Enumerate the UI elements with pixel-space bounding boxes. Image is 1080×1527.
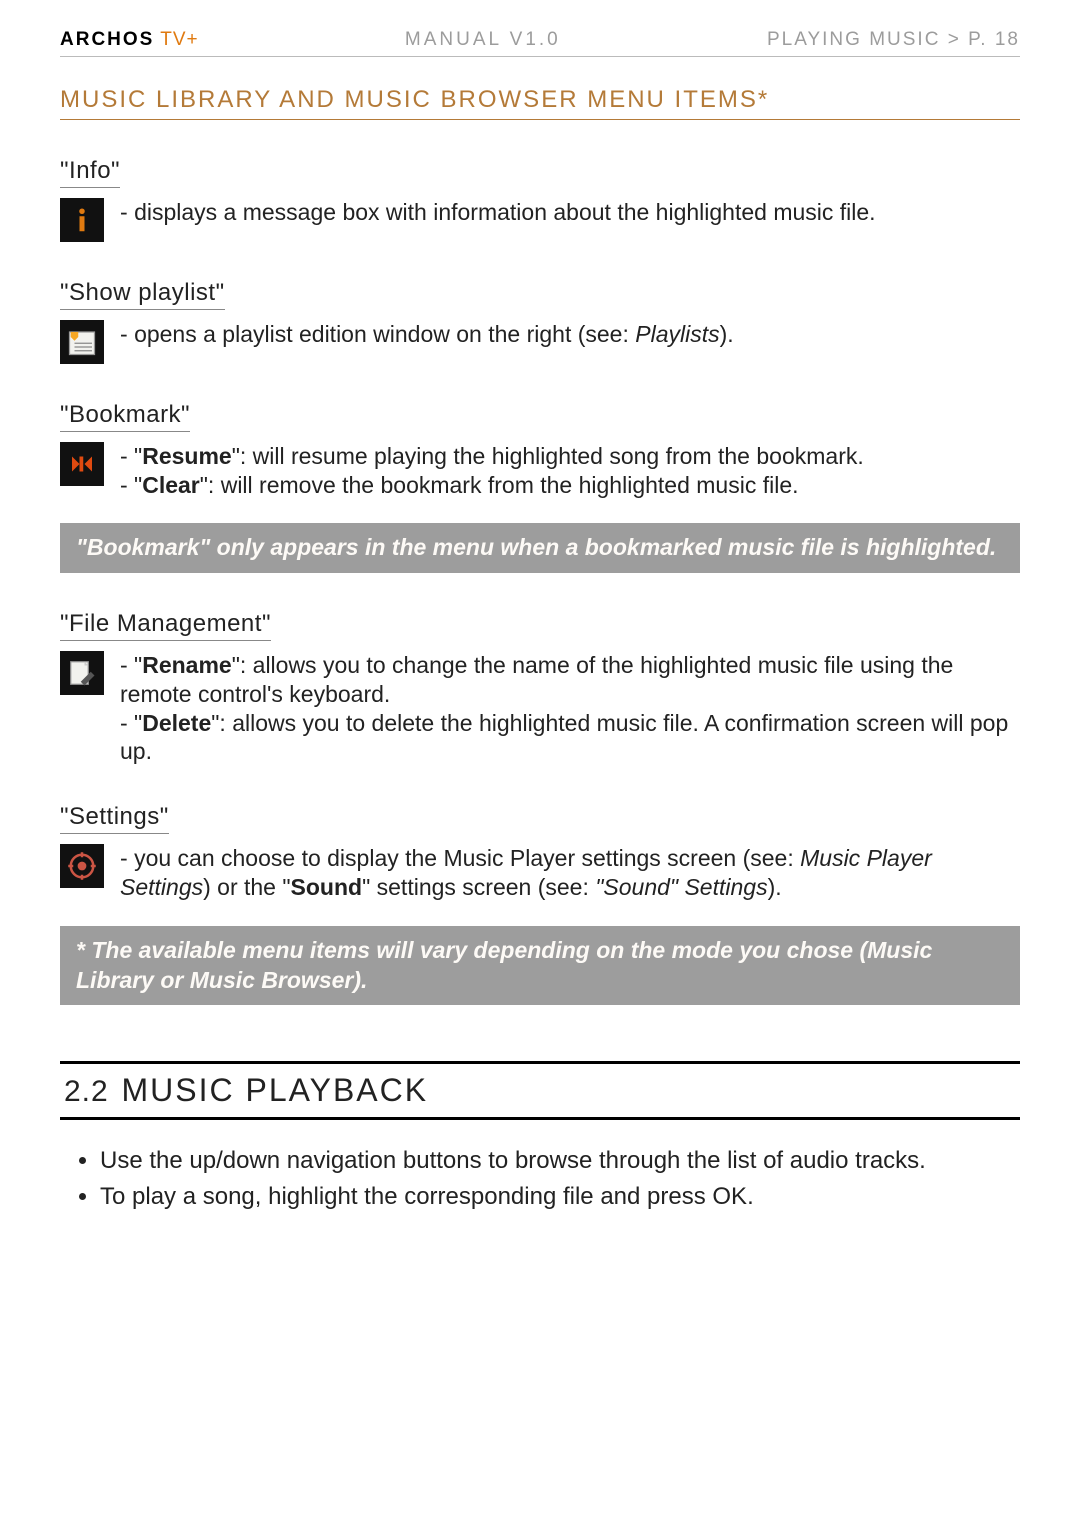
menu-item-show-playlist: "Show playlist" - opens a playlist editi…: [60, 278, 1020, 364]
menu-item-label: "Settings": [60, 802, 169, 834]
bookmark-icon: [60, 442, 104, 486]
desc-text: opens a playlist edition window on the r…: [134, 321, 635, 347]
clear-label: Clear: [142, 472, 200, 498]
menu-item-label: "Bookmark": [60, 400, 190, 432]
menu-item-desc: - you can choose to display the Music Pl…: [120, 844, 1020, 902]
menu-item-desc: - opens a playlist edition window on the…: [120, 320, 734, 349]
bullet-text: .: [747, 1183, 754, 1210]
bullet-text: Use the up/down navigation buttons to br…: [100, 1147, 926, 1174]
menu-item-file-management: "File Management" - "Rename": allows you…: [60, 609, 1020, 766]
menu-item-info: "Info" displays a message box with infor…: [60, 156, 1020, 242]
delete-text: ": allows you to delete the highlighted …: [120, 710, 1008, 765]
running-header: ARCHOS TV+ MANUAL V1.0 PLAYING MUSIC > P…: [60, 28, 1020, 57]
link-playlists[interactable]: Playlists: [635, 321, 719, 347]
note-bookmark: "Bookmark" only appears in the menu when…: [60, 523, 1020, 573]
menu-item-desc: displays a message box with information …: [120, 198, 876, 227]
menu-item-settings: "Settings" - you can choose to display t…: [60, 802, 1020, 902]
brand-accent: TV+: [154, 29, 198, 50]
menu-item-desc: - "Rename": allows you to change the nam…: [120, 651, 1020, 766]
file-management-icon: [60, 651, 104, 695]
manual-version: MANUAL V1.0: [405, 28, 561, 52]
section-number: 2.2: [64, 1075, 109, 1108]
sound-bold: Sound: [291, 874, 363, 900]
brand-main: ARCHOS: [60, 29, 154, 50]
section-title: MUSIC LIBRARY AND MUSIC BROWSER MENU ITE…: [60, 85, 1020, 120]
note-footnote: * The available menu items will vary dep…: [60, 926, 1020, 1006]
section-heading: MUSIC PLAYBACK: [122, 1072, 429, 1108]
desc-text: ).: [720, 321, 734, 347]
rename-label: Rename: [142, 652, 231, 678]
menu-item-label: "Show playlist": [60, 278, 225, 310]
section-music-playback: 2.2 MUSIC PLAYBACK: [60, 1061, 1020, 1120]
ok-button-label: OK: [712, 1183, 747, 1210]
playlist-icon: [60, 320, 104, 364]
delete-label: Delete: [142, 710, 211, 736]
resume-text: ": will resume playing the highlighted s…: [232, 443, 864, 469]
link-sound-settings[interactable]: "Sound" Settings: [595, 874, 767, 900]
settings-icon: [60, 844, 104, 888]
desc-text: ).: [768, 874, 782, 900]
desc-text: you can choose to display the Music Play…: [134, 845, 800, 871]
page: ARCHOS TV+ MANUAL V1.0 PLAYING MUSIC > P…: [0, 0, 1080, 1527]
rename-text: ": allows you to change the name of the …: [120, 652, 953, 707]
desc-text: displays a message box with information …: [120, 199, 876, 225]
desc-text: " settings screen (see:: [362, 874, 595, 900]
list-item: To play a song, highlight the correspond…: [100, 1182, 1020, 1212]
resume-label: Resume: [142, 443, 231, 469]
bullet-text: To play a song, highlight the correspond…: [100, 1183, 712, 1210]
playback-bullets: Use the up/down navigation buttons to br…: [70, 1146, 1020, 1212]
breadcrumb-page: PLAYING MUSIC > P. 18: [767, 28, 1020, 52]
menu-item-label: "Info": [60, 156, 120, 188]
brand: ARCHOS TV+: [60, 28, 199, 52]
menu-item-bookmark: "Bookmark" - "Resume": will resume playi…: [60, 400, 1020, 500]
menu-item-desc: - "Resume": will resume playing the high…: [120, 442, 864, 500]
info-icon: [60, 198, 104, 242]
menu-item-label: "File Management": [60, 609, 271, 641]
clear-text: ": will remove the bookmark from the hig…: [200, 472, 799, 498]
desc-text: ) or the ": [203, 874, 290, 900]
list-item: Use the up/down navigation buttons to br…: [100, 1146, 1020, 1176]
